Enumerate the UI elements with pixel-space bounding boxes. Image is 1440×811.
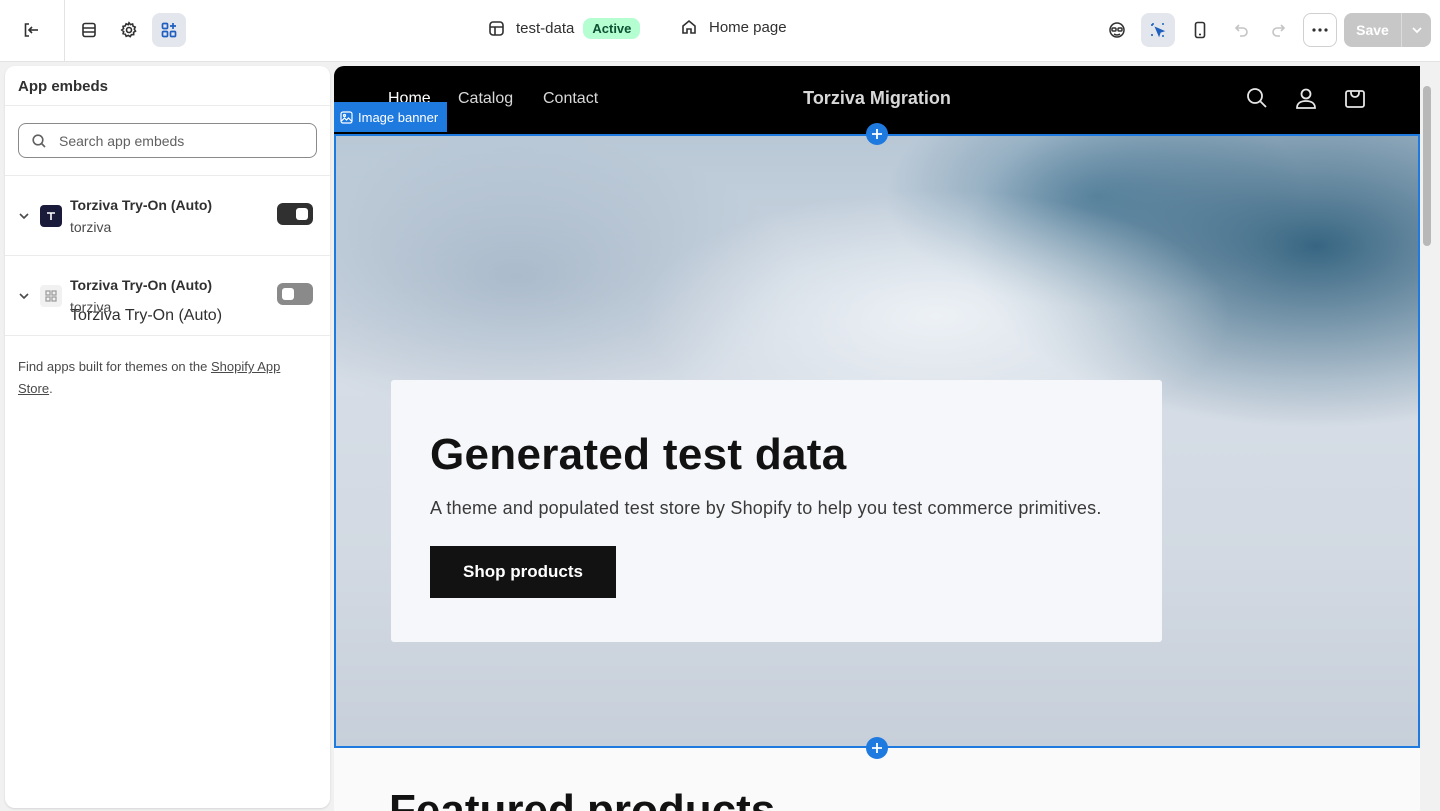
image-icon [340, 110, 353, 124]
save-group: Save [1344, 13, 1431, 47]
help-text-suffix: . [49, 381, 53, 396]
page-selector[interactable]: Home page [680, 18, 787, 36]
exit-icon [24, 23, 38, 37]
search-container [5, 106, 330, 176]
app-embed-name: Torziva Try-On (Auto) [70, 197, 213, 213]
banner-heading: Generated test data [430, 430, 847, 479]
toolbar-divider [64, 0, 65, 62]
status-badge: Active [583, 18, 641, 39]
more-icon [1312, 28, 1328, 32]
mobile-icon [1194, 21, 1206, 39]
undo-icon [1234, 24, 1248, 37]
chevron-down-icon [1411, 27, 1422, 34]
app-embed-developer: torziva [70, 299, 112, 315]
shop-products-button[interactable]: Shop products [430, 546, 616, 598]
search-icon[interactable] [1245, 86, 1269, 110]
plus-icon [872, 129, 882, 139]
scrollbar-thumb[interactable] [1423, 86, 1431, 246]
cursor-select-icon [1151, 23, 1166, 38]
more-actions-button[interactable] [1303, 13, 1337, 47]
app-embed-name: Torziva Try-On (Auto) [70, 277, 213, 293]
section-label[interactable]: Image banner [334, 102, 448, 132]
mobile-view-button[interactable] [1183, 13, 1217, 47]
preview-inspector-button[interactable] [1100, 13, 1134, 47]
panel-title: App embeds [5, 66, 330, 106]
search-input[interactable] [59, 132, 299, 149]
theme-preview: Home Catalog Contact Torziva Migration G… [334, 66, 1434, 811]
banner-text: A theme and populated test store by Shop… [430, 498, 1102, 518]
add-section-below-button[interactable] [866, 737, 888, 759]
app-embeds-button[interactable] [152, 13, 186, 47]
redo-button[interactable] [1261, 13, 1295, 47]
theme-settings-button[interactable] [112, 13, 146, 47]
chevron-down-icon[interactable] [17, 289, 31, 303]
theme-selector[interactable]: test-data Active [488, 18, 641, 39]
exit-button[interactable] [14, 13, 48, 47]
image-banner-section[interactable]: Generated test data A theme and populate… [334, 134, 1420, 748]
app-embed-toggle-off[interactable] [277, 283, 313, 305]
sections-icon [82, 22, 96, 38]
sections-button[interactable] [72, 13, 106, 47]
search-box [18, 123, 317, 158]
apps-icon [45, 290, 57, 302]
app-embed-developer: torziva [70, 219, 112, 235]
help-text: Find apps built for themes on the Shopif… [5, 336, 330, 420]
search-icon [32, 134, 46, 148]
theme-icon [489, 21, 504, 36]
gear-icon [120, 21, 137, 38]
editor-toolbar: test-data Active Home page Save [0, 0, 1440, 62]
app-embed-toggle-on[interactable] [277, 203, 313, 225]
redo-icon [1272, 24, 1286, 37]
save-options-button[interactable] [1401, 13, 1431, 47]
home-icon [682, 19, 696, 34]
inspector-icon [1109, 22, 1125, 38]
cart-icon[interactable] [1343, 86, 1367, 110]
section-label-text: Image banner [358, 109, 439, 125]
page-name: Home page [709, 18, 787, 36]
undo-button[interactable] [1225, 13, 1259, 47]
apps-icon [161, 22, 177, 38]
account-icon[interactable] [1294, 86, 1318, 110]
banner-content-box: Generated test data A theme and populate… [391, 380, 1162, 642]
save-button[interactable]: Save [1344, 13, 1401, 47]
help-text-prefix: Find apps built for themes on the [18, 359, 211, 374]
plus-icon [872, 743, 882, 753]
add-section-above-button[interactable] [866, 123, 888, 145]
embed-list-overlay: Torziva Try-On (Auto) torziva Torziva Tr… [5, 176, 330, 336]
theme-name: test-data [516, 20, 575, 37]
select-element-button[interactable] [1141, 13, 1175, 47]
preview-scrollbar[interactable] [1420, 66, 1434, 811]
featured-products-heading: Featured products [389, 786, 776, 811]
app-logo-placeholder [40, 285, 62, 307]
